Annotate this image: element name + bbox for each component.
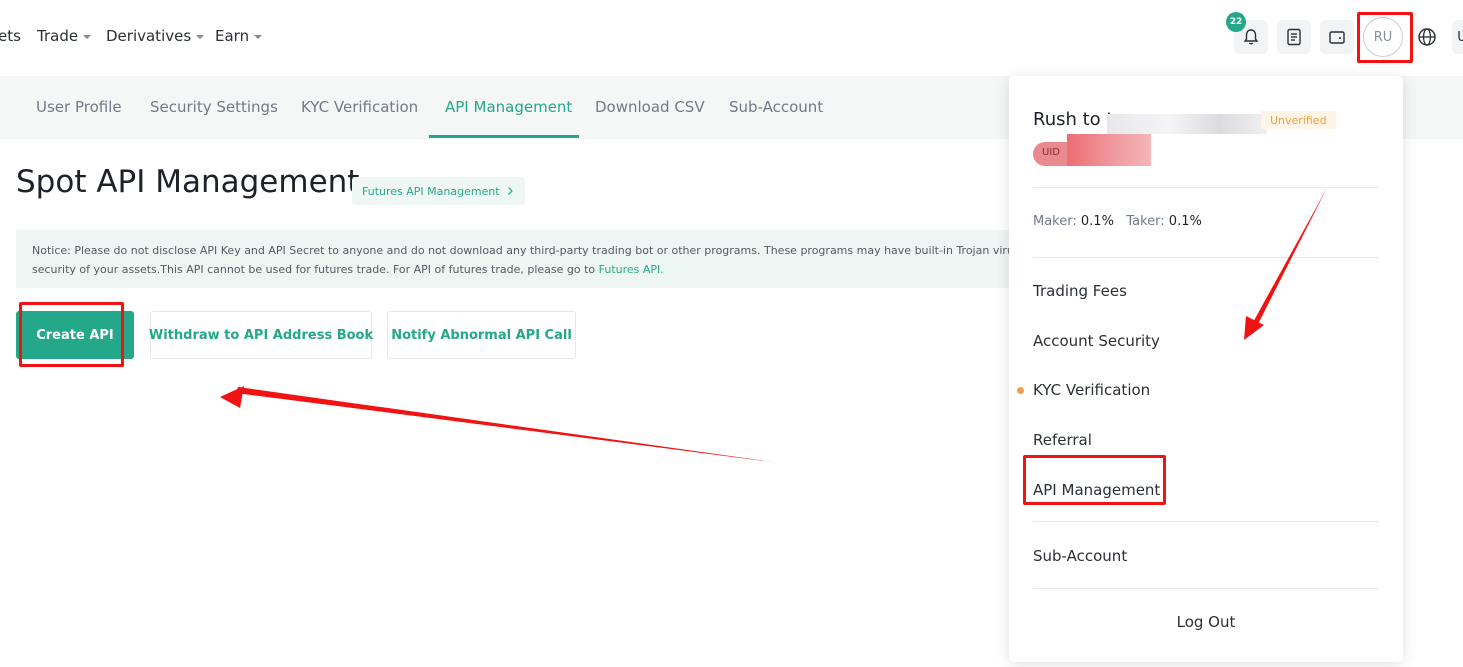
annotation-arrow-head — [220, 386, 244, 408]
annotation-arrow-shaft — [236, 387, 780, 463]
annotation-arrow-head — [1244, 316, 1264, 340]
annotation-arrow-shaft — [1251, 188, 1327, 328]
annotation-arrows — [220, 188, 1327, 463]
